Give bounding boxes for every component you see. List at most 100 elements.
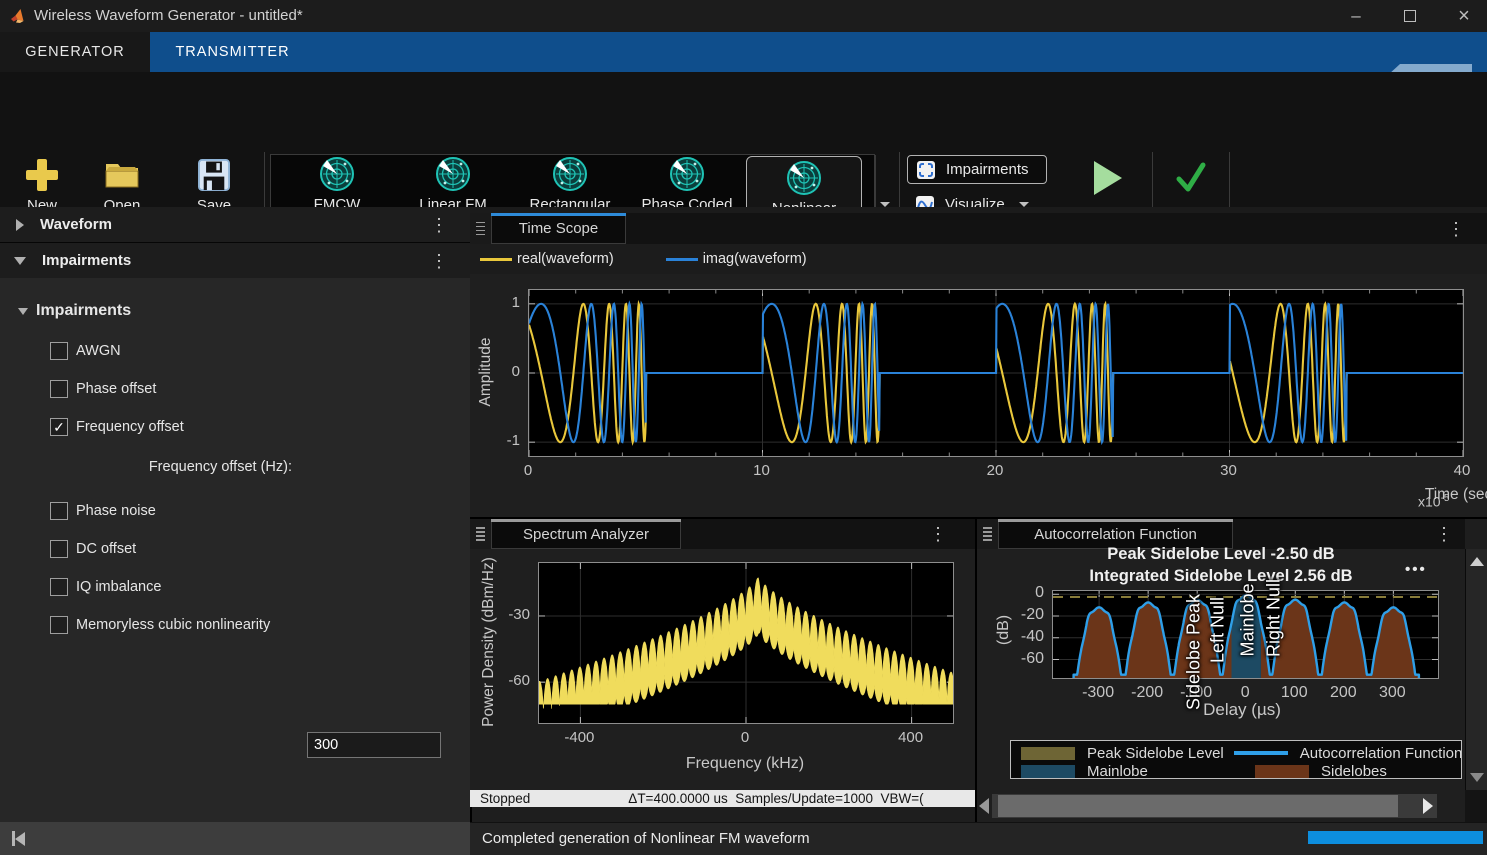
minimize-button[interactable]: – <box>1333 0 1379 32</box>
autocorr-xlabel: Delay (µs) <box>1122 700 1362 720</box>
maximize-button[interactable] <box>1387 0 1433 32</box>
vertical-scrollbar[interactable] <box>1465 549 1487 790</box>
scrollbar-corner <box>1465 790 1487 822</box>
tab-transmitter[interactable]: TRANSMITTER <box>150 32 315 72</box>
spectrum-plot-area[interactable]: Power Density (dBm/Hz) Frequency (kHz) <box>470 549 975 790</box>
legend-label-acf: Autocorrelation Function <box>1300 745 1462 762</box>
annotation-right-null: Right Null <box>1263 579 1284 657</box>
checkbox-dc-offset[interactable]: DC offset <box>50 540 136 558</box>
status-message: Completed generation of Nonlinear FM wav… <box>482 830 810 847</box>
annotation-mainlobe: Mainlobe <box>1238 583 1259 656</box>
autocorrelation-plot-area[interactable]: Peak Sidelobe Level -2.50 dB Integrated … <box>977 549 1465 790</box>
window-title: Wireless Waveform Generator - untitled* <box>34 7 303 24</box>
impairments-icon <box>916 160 936 180</box>
play-icon <box>1084 156 1128 200</box>
tab-time-scope[interactable]: Time Scope <box>491 213 626 244</box>
kebab-menu-icon[interactable]: ⋮ <box>430 216 448 234</box>
kebab-menu-icon[interactable]: ⋮ <box>929 525 947 543</box>
impairments-panel: Impairments AWGN Phase offset ✓Frequency… <box>0 278 470 822</box>
progress-bar <box>1308 831 1483 844</box>
panel-grip[interactable] <box>470 519 492 549</box>
collapse-arrow-icon <box>18 308 28 315</box>
scroll-left-icon[interactable] <box>979 798 989 814</box>
time-scope-legend: real(waveform) imag(waveform) <box>470 244 1487 275</box>
collapse-panel-button[interactable] <box>12 831 25 846</box>
title-bar: Wireless Waveform Generator - untitled* … <box>0 0 1487 32</box>
tab-spectrum-analyzer[interactable]: Spectrum Analyzer <box>491 519 681 549</box>
spectrum-tab-strip: Spectrum Analyzer ⋮ <box>470 519 975 549</box>
impairments-toggle-button[interactable]: Impairments <box>907 155 1047 184</box>
checkbox-icon <box>50 380 68 398</box>
inactive-tab-indicator <box>998 519 1233 522</box>
plot-options-ellipsis-icon[interactable]: ••• <box>1405 561 1427 578</box>
legend-label-psl: Peak Sidelobe Level <box>1087 745 1224 762</box>
gallery-item-rectangular[interactable]: Rectangular <box>516 156 624 213</box>
checkbox-icon <box>50 342 68 360</box>
waveform-section-header[interactable]: Waveform ⋮ <box>0 207 470 243</box>
autocorr-title-line2: Integrated Sidelobe Level 2.56 dB <box>977 567 1465 586</box>
legend-swatch-psl <box>1021 747 1075 760</box>
horizontal-scrollbar-row <box>977 790 1465 822</box>
active-tab-indicator <box>491 213 626 216</box>
checkbox-phase-offset[interactable]: Phase offset <box>50 380 156 398</box>
impairments-section-header[interactable]: Impairments ⋮ <box>0 243 470 279</box>
legend-swatch-sidelobes <box>1255 765 1309 778</box>
checkbox-awgn[interactable]: AWGN <box>50 342 121 360</box>
checkbox-icon <box>50 502 68 520</box>
ribbon: NewSession OpenSession SaveSession FILE <box>0 72 1487 208</box>
annotation-left-null: Left Null <box>1207 597 1228 663</box>
checkbox-phase-noise[interactable]: Phase noise <box>50 502 156 520</box>
status-bar-left <box>0 822 470 855</box>
checkbox-icon <box>50 540 68 558</box>
gallery-item-fmcw[interactable]: FMCW <box>292 156 382 213</box>
legend-swatch-mainlobe <box>1021 765 1075 778</box>
checkbox-memoryless-cubic[interactable]: Memoryless cubic nonlinearity <box>50 616 270 634</box>
check-icon <box>1172 158 1210 196</box>
maximize-icon <box>1404 10 1416 22</box>
chevron-down-icon <box>880 202 890 207</box>
spectrum-status-state: Stopped <box>480 791 530 806</box>
spectrum-status-bar: Stopped ΔT=400.0000 us Samples/Update=10… <box>470 790 975 807</box>
spectrum-analyzer-canvas[interactable] <box>538 562 954 724</box>
frequency-offset-input[interactable] <box>307 732 441 758</box>
impairments-group-header[interactable]: Impairments <box>18 302 131 320</box>
close-button[interactable]: × <box>1441 0 1487 32</box>
legend-swatch-acf <box>1234 751 1288 755</box>
app-tab-bar: GENERATOR TRANSMITTER ? <box>0 32 1487 72</box>
checkbox-iq-imbalance[interactable]: IQ imbalance <box>50 578 161 596</box>
scroll-down-icon[interactable] <box>1470 773 1484 782</box>
folder-icon <box>102 156 142 194</box>
kebab-menu-icon[interactable]: ⋮ <box>430 252 448 270</box>
checkbox-icon <box>50 616 68 634</box>
spectrum-ylabel: Power Density (dBm/Hz) <box>480 557 498 727</box>
annotation-sidelobe-peak: Sidelobe Peak <box>1184 594 1205 710</box>
checkbox-frequency-offset[interactable]: ✓Frequency offset <box>50 418 184 436</box>
kebab-menu-icon[interactable]: ⋮ <box>1447 220 1465 238</box>
horizontal-scrollbar-thumb[interactable] <box>998 795 1398 817</box>
tab-generator[interactable]: GENERATOR <box>0 32 150 72</box>
wireless-waveform-generator-window: Wireless Waveform Generator - untitled* … <box>0 0 1487 855</box>
scroll-up-icon[interactable] <box>1470 557 1484 566</box>
time-scope-plot-area[interactable]: Amplitude Time (secs) x10-5 01020304010-… <box>470 274 1487 517</box>
time-scope-canvas[interactable] <box>528 289 1464 457</box>
autocorr-title-line1: Peak Sidelobe Level -2.50 dB <box>977 545 1465 564</box>
checkbox-checked-icon: ✓ <box>50 418 68 436</box>
kebab-menu-icon[interactable]: ⋮ <box>1435 525 1453 543</box>
gallery-item-phase-coded[interactable]: Phase Coded <box>632 156 742 213</box>
spectrum-xlabel: Frequency (kHz) <box>625 755 865 773</box>
legend-label-imag: imag(waveform) <box>703 251 807 267</box>
spectrum-status-details: ΔT=400.0000 us Samples/Update=1000 VBW=( <box>628 791 923 806</box>
collapse-arrow-icon <box>14 257 26 265</box>
collapse-left-icon <box>15 832 25 846</box>
horizontal-scrollbar-track[interactable] <box>992 794 1437 818</box>
panel-grip[interactable] <box>470 213 492 244</box>
legend-label-mainlobe: Mainlobe <box>1087 763 1245 780</box>
legend-swatch-real <box>480 258 512 261</box>
autocorr-legend: Peak Sidelobe Level Autocorrelation Func… <box>1010 740 1462 779</box>
legend-label-sidelobes: Sidelobes <box>1321 763 1387 780</box>
scroll-right-icon[interactable] <box>1423 798 1433 814</box>
legend-swatch-imag <box>666 258 698 261</box>
legend-label-real: real(waveform) <box>517 251 614 267</box>
time-scope-x-multiplier: x10-5 <box>1418 493 1449 510</box>
gallery-item-linear-fm[interactable]: Linear FM <box>404 156 502 213</box>
